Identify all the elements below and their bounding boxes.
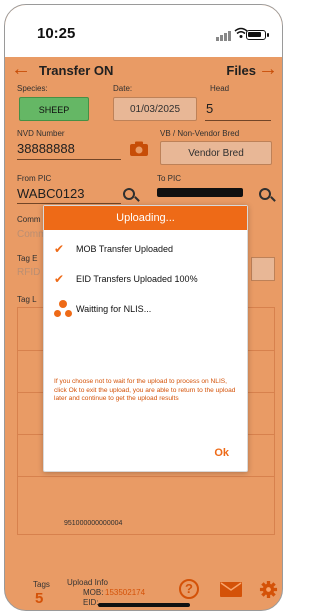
ok-button[interactable]: Ok bbox=[214, 447, 229, 459]
dialog-info-text: If you choose not to wait for the upload… bbox=[54, 378, 236, 403]
home-indicator bbox=[98, 603, 190, 607]
phone-screen: 10:25 ← Transfer ON Files → Species: SHE… bbox=[4, 4, 283, 611]
upload-status-text: EID Transfers Uploaded 100% bbox=[76, 274, 198, 284]
checkmark-icon: ✔ bbox=[54, 242, 65, 256]
battery-icon bbox=[246, 30, 269, 40]
upload-info-label: Upload Info bbox=[67, 578, 108, 587]
loading-spinner-icon bbox=[54, 300, 76, 320]
upload-status-text: MOB Transfer Uploaded bbox=[76, 244, 174, 254]
help-icon[interactable]: ? bbox=[179, 579, 199, 599]
tags-count: 5 bbox=[35, 590, 44, 607]
status-time: 10:25 bbox=[37, 25, 76, 42]
upload-dialog: Uploading... ✔ MOB Transfer Uploaded ✔ E… bbox=[43, 205, 248, 472]
mail-icon[interactable] bbox=[220, 582, 242, 597]
app-content: ← Transfer ON Files → Species: SHEEP Dat… bbox=[5, 57, 282, 610]
bottom-bar: Tags 5 Upload Info MOB: 153502174 EID: ? bbox=[5, 574, 282, 610]
gear-icon[interactable] bbox=[259, 580, 278, 599]
status-icons bbox=[216, 27, 269, 41]
dialog-title: Uploading... bbox=[44, 206, 247, 230]
checkmark-icon: ✔ bbox=[54, 272, 65, 286]
eid-label: EID: bbox=[83, 598, 99, 607]
mob-label: MOB: bbox=[83, 588, 104, 597]
mob-value: 153502174 bbox=[105, 588, 146, 597]
status-bar: 10:25 bbox=[5, 5, 282, 57]
upload-status-text: Waitting for NLIS... bbox=[76, 304, 152, 314]
tags-label: Tags bbox=[33, 580, 50, 589]
